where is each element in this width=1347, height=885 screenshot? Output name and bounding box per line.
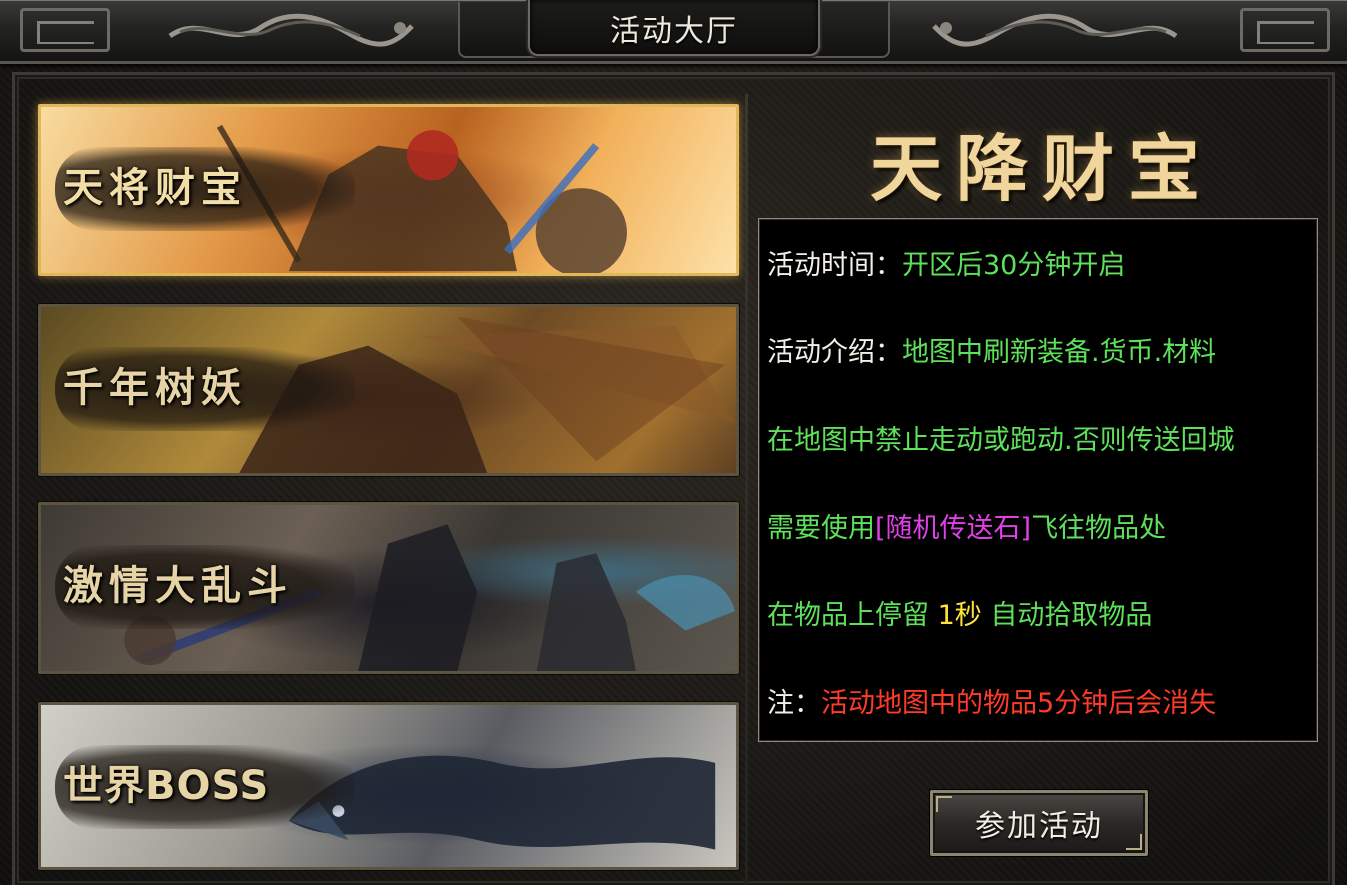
event-detail-title: 天降财宝 (869, 126, 1214, 211)
time-label: 活动时间： (767, 250, 902, 281)
note-line: 注：活动地图中的物品5分钟后会消失 (767, 681, 1216, 720)
event-label: 天将财宝 (63, 164, 247, 211)
rule2-prefix: 需要使用 (767, 513, 875, 544)
note-value: 活动地图中的物品5分钟后会消失 (821, 688, 1217, 719)
event-info-box: 活动时间：开区后30分钟开启 活动介绍：地图中刷新装备.货币.材料 在地图中禁止… (758, 218, 1318, 742)
rule2-suffix: 飞往物品处 (1031, 513, 1167, 544)
event-label: 千年树妖 (63, 364, 247, 411)
activity-time-line: 活动时间：开区后30分钟开启 (767, 243, 1125, 282)
dragon-ornament-right-icon (926, 10, 1186, 52)
event-banner-millennium-tree-demon[interactable]: 千年树妖 (38, 304, 739, 476)
title-bar: 活动大厅 (0, 0, 1347, 64)
activity-hall-window: 活动大厅 天将财宝 千年树妖 激情大乱斗 世界BOSS 天降财宝 活动时间：开区… (0, 0, 1347, 885)
time-value: 开区后30分钟开启 (902, 250, 1126, 281)
event-banner-tianjiang-treasure[interactable]: 天将财宝 (38, 104, 739, 276)
panel-divider (745, 94, 748, 885)
intro-label: 活动介绍： (767, 337, 902, 368)
rule-teleport-stone: 需要使用[随机传送石]飞往物品处 (767, 506, 1166, 545)
corner-ornament-right (1240, 8, 1330, 52)
window-title: 活动大厅 (610, 14, 738, 49)
activity-intro-line: 活动介绍：地图中刷新装备.货币.材料 (767, 330, 1216, 369)
event-label: 激情大乱斗 (63, 562, 293, 609)
event-banner-passion-brawl[interactable]: 激情大乱斗 (38, 502, 739, 674)
event-banner-world-boss[interactable]: 世界BOSS (38, 702, 739, 870)
event-label: 世界BOSS (63, 763, 270, 809)
rule3-duration: 1秒 (937, 600, 982, 631)
dragon-ornament-left-icon (160, 10, 420, 52)
rule-auto-pickup: 在物品上停留 1秒 自动拾取物品 (767, 593, 1152, 632)
corner-ornament-left (20, 8, 110, 52)
intro-value: 地图中刷新装备.货币.材料 (902, 337, 1217, 368)
note-label: 注： (767, 688, 821, 719)
join-activity-button[interactable]: 参加活动 (930, 790, 1148, 856)
rule3-prefix: 在物品上停留 (767, 600, 929, 631)
teleport-stone-item: [随机传送石] (875, 513, 1032, 544)
rule3-suffix: 自动拾取物品 (990, 600, 1153, 631)
rule-no-walking: 在地图中禁止走动或跑动.否则传送回城 (767, 425, 1235, 456)
